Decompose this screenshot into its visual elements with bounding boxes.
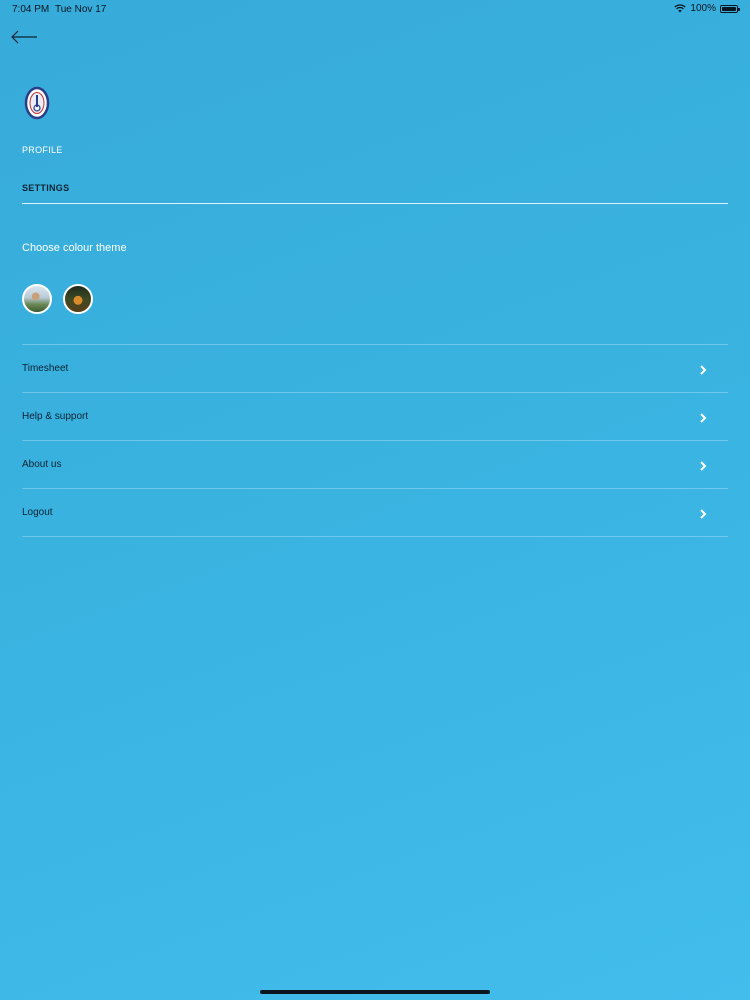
menu-item-about-us[interactable]: About us xyxy=(22,441,728,489)
tab-divider xyxy=(22,203,728,204)
status-date: Tue Nov 17 xyxy=(55,4,107,15)
menu-item-label: Timesheet xyxy=(22,363,69,374)
status-time: 7:04 PM xyxy=(12,4,50,15)
status-indicators: 100% xyxy=(674,3,740,14)
organization-logo xyxy=(22,86,52,120)
wifi-icon xyxy=(674,4,687,13)
battery-fill xyxy=(722,6,736,11)
theme-option-daylight[interactable] xyxy=(22,284,52,314)
shield-crest-logo xyxy=(24,86,50,120)
arrow-left-icon xyxy=(11,30,37,44)
home-indicator[interactable] xyxy=(260,990,490,994)
tab-profile[interactable]: PROFILE xyxy=(22,145,63,155)
menu-item-logout[interactable]: Logout xyxy=(22,489,728,537)
theme-section-title: Choose colour theme xyxy=(22,242,127,254)
menu-item-timesheet[interactable]: Timesheet xyxy=(22,345,728,393)
menu-item-label: Logout xyxy=(22,507,53,518)
chevron-right-icon xyxy=(700,413,707,423)
chevron-right-icon xyxy=(700,509,707,519)
battery-percent: 100% xyxy=(690,3,716,14)
menu-item-help-support[interactable]: Help & support xyxy=(22,393,728,441)
chevron-right-icon xyxy=(700,461,707,471)
back-button[interactable] xyxy=(10,28,40,46)
menu-item-label: About us xyxy=(22,459,62,470)
battery-icon xyxy=(720,4,740,13)
menu-item-label: Help & support xyxy=(22,411,89,422)
tab-settings[interactable]: SETTINGS xyxy=(22,183,69,193)
status-bar: 7:04 PM Tue Nov 17 100% xyxy=(0,0,750,18)
theme-option-evening[interactable] xyxy=(63,284,93,314)
chevron-right-icon xyxy=(700,365,707,375)
settings-menu: Timesheet Help & support About us Logout xyxy=(22,344,728,537)
